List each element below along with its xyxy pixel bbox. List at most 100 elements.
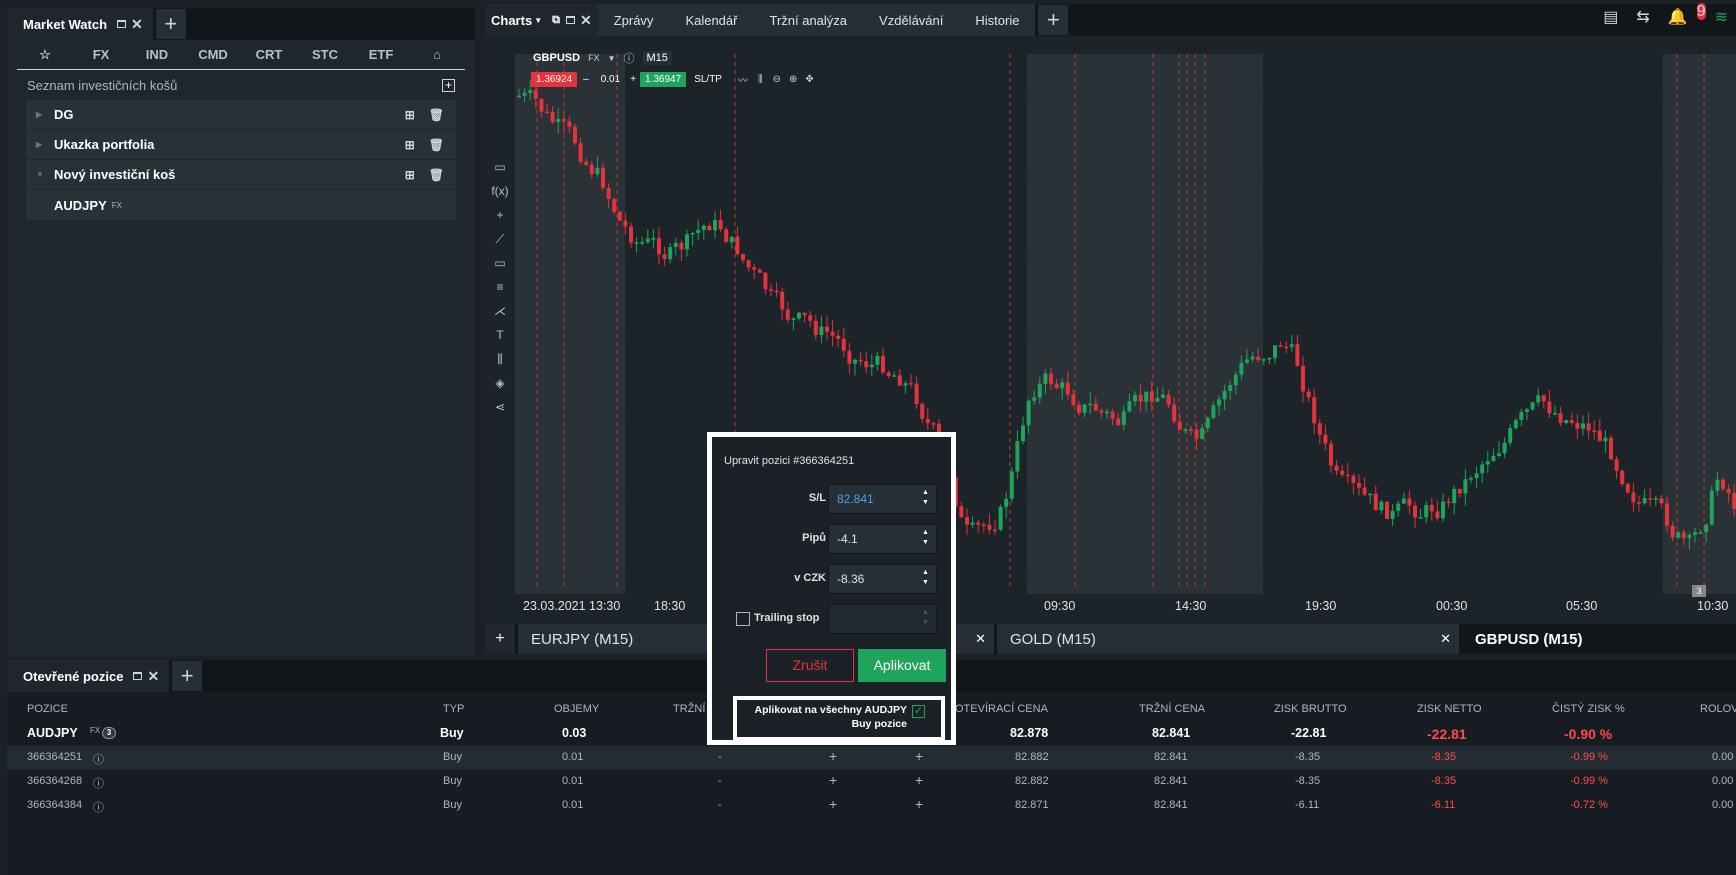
basket-item[interactable]: ▼ Nový investiční koš ⊞ 🗑	[26, 160, 456, 190]
basket-instrument-audjpy[interactable]: AUDJPY FX	[26, 190, 456, 220]
czk-input[interactable]	[828, 564, 937, 594]
minus-button[interactable]: –	[577, 74, 595, 85]
event-count-badge[interactable]: 3	[1692, 585, 1706, 597]
close-icon[interactable]: ✕	[131, 16, 143, 33]
close-icon[interactable]: ✕	[147, 668, 159, 685]
col-open-price[interactable]: OTEVÍRACÍ CENA	[955, 703, 1048, 715]
trailing-stop-checkbox[interactable]	[736, 612, 750, 626]
col-net-profit[interactable]: ZISK NETTO	[1417, 703, 1482, 715]
close-icon[interactable]: ✕	[580, 12, 592, 29]
position-row[interactable]: 366364268 Buy 0.01 - 82.882 82.841 -8.35 -8.35 -…	[7, 770, 1736, 794]
col-gross-profit[interactable]: ZISK BRUTTO	[1274, 703, 1347, 715]
buy-price-button[interactable]: 1.36947	[640, 72, 687, 87]
market-watch-tab[interactable]: Market Watch ✕	[7, 8, 153, 40]
stepper-icon[interactable]: ▲ ▼	[922, 528, 929, 548]
info-icon[interactable]: ⓘ	[93, 775, 104, 791]
add-basket-button[interactable]: +	[442, 78, 455, 92]
plus-icon[interactable]: +	[915, 748, 923, 764]
stepper-icon[interactable]: ▲ ▼	[922, 488, 929, 508]
close-icon[interactable]: ✕	[1440, 631, 1451, 647]
col-market-price[interactable]: TRŽNÍ CENA	[1139, 703, 1205, 715]
line-chart-icon[interactable]: 〰	[738, 72, 748, 87]
col-type[interactable]: TYP	[443, 703, 464, 715]
close-icon[interactable]: ✕	[975, 631, 986, 647]
sell-price-button[interactable]: 1.36924	[531, 72, 578, 87]
filter-stc[interactable]: STC	[297, 47, 353, 62]
layers-icon[interactable]: ◈	[485, 376, 515, 400]
basket-item[interactable]: ▶ Ukazka portfolia ⊞ 🗑	[26, 130, 456, 160]
crosshair-icon[interactable]: +	[485, 208, 515, 232]
rectangle-tool-icon[interactable]: ▭	[485, 256, 515, 280]
trash-icon[interactable]: 🗑	[429, 108, 444, 122]
col-net-profit-pct[interactable]: ČISTÝ ZISK %	[1552, 703, 1625, 715]
filter-etf[interactable]: ETF	[353, 47, 409, 62]
dropdown-icon[interactable]: ▼	[534, 16, 542, 25]
open-positions-tab[interactable]: Otevřené pozice ✕	[7, 660, 170, 692]
maximize-icon[interactable]	[565, 16, 575, 24]
apply-all-checkbox[interactable]: ✓	[912, 705, 925, 718]
candles-icon[interactable]: ⫼	[758, 74, 763, 85]
plus-icon[interactable]: +	[829, 772, 837, 788]
charts-tab[interactable]: Charts ▼ ⧉ ✕	[485, 4, 598, 36]
favorites-star-icon[interactable]: ☆	[17, 47, 73, 63]
move-icon[interactable]: ✥	[805, 74, 813, 85]
timeframe-select[interactable]: M15	[642, 51, 672, 65]
plus-icon[interactable]: +	[915, 796, 923, 812]
add-tab-button[interactable]: +	[155, 9, 186, 39]
nav-education[interactable]: Vzdělávání	[863, 13, 959, 28]
col-market[interactable]: TRŽNÍ	[673, 703, 705, 715]
volume-input[interactable]: 0.01	[595, 74, 626, 85]
plus-button[interactable]: +	[626, 74, 640, 85]
bell-icon[interactable]: 🔔 9	[1668, 3, 1706, 27]
position-row[interactable]: 366364251 Buy 0.01 - 82.882 82.841 -8.35 -8.35 -…	[7, 746, 1736, 770]
nav-market-analysis[interactable]: Tržní analýza	[753, 13, 863, 28]
info-icon[interactable]: ⓘ	[93, 799, 104, 815]
indicator-icon[interactable]: f(x)	[485, 184, 515, 208]
transfer-icon[interactable]: ⇆	[1636, 7, 1649, 27]
line-tool-icon[interactable]: ⟋	[485, 232, 515, 256]
add-chart-button[interactable]: +	[485, 624, 515, 654]
filter-fx[interactable]: FX	[73, 47, 129, 62]
text-tool-icon[interactable]: T	[485, 328, 515, 352]
sl-input[interactable]	[828, 484, 937, 514]
settings-sliders-icon[interactable]: ⫼	[485, 352, 515, 376]
add-icon[interactable]: ⊞	[405, 138, 415, 152]
fan-tool-icon[interactable]: ⋌	[485, 304, 515, 328]
filter-cmd[interactable]: CMD	[185, 47, 241, 62]
filter-crt[interactable]: CRT	[241, 47, 297, 62]
col-volume[interactable]: OBJEMY	[554, 703, 599, 715]
nav-history[interactable]: Historie	[959, 13, 1035, 28]
add-tab-button[interactable]: +	[1038, 5, 1069, 35]
maximize-icon[interactable]	[133, 672, 143, 680]
filter-ind[interactable]: IND	[129, 47, 185, 62]
col-position[interactable]: POZICE	[27, 703, 68, 715]
info-icon[interactable]: ⓘ	[93, 751, 104, 767]
stepper-icon[interactable]: ▲ ▼	[922, 568, 929, 588]
popout-icon[interactable]: ⧉	[552, 14, 560, 27]
maximize-icon[interactable]	[117, 20, 127, 28]
position-row[interactable]: 366364384 Buy 0.01 - 82.871 82.841 -6.11 -6.11 -…	[7, 794, 1736, 818]
col-rollover[interactable]: ROLOVÁ	[1700, 703, 1736, 715]
zoom-out-icon[interactable]: ⊖	[773, 74, 781, 85]
trash-icon[interactable]: 🗑	[429, 138, 444, 152]
nav-news[interactable]: Zprávy	[598, 13, 670, 28]
chart-tab-gbpusd[interactable]: GBPUSD (M15)	[1462, 624, 1736, 654]
info-icon[interactable]: ⓘ	[624, 50, 635, 66]
pips-input[interactable]	[828, 524, 937, 554]
collapse-icon[interactable]: ▼	[36, 170, 54, 179]
expand-icon[interactable]: ▶	[36, 110, 54, 119]
basket-item[interactable]: ▶ DG ⊞ 🗑	[26, 100, 456, 130]
share-icon[interactable]: ⋖	[485, 400, 515, 424]
expand-icon[interactable]: ▶	[36, 140, 54, 149]
add-icon[interactable]: ⊞	[405, 168, 415, 182]
price-chart[interactable]	[485, 36, 1736, 624]
add-icon[interactable]: ⊞	[405, 108, 415, 122]
chart-tab-gold[interactable]: GOLD (M15) ✕	[997, 624, 1459, 654]
chart-type-icon[interactable]: ▭	[485, 160, 515, 184]
candlestick-chart[interactable]	[485, 36, 1736, 624]
plus-icon[interactable]: +	[829, 748, 837, 764]
chart-symbol[interactable]: GBPUSD	[533, 52, 580, 64]
nav-calendar[interactable]: Kalendář	[669, 13, 753, 28]
fibonacci-icon[interactable]: ≡	[485, 280, 515, 304]
cancel-button[interactable]: Zrušit	[766, 649, 854, 682]
